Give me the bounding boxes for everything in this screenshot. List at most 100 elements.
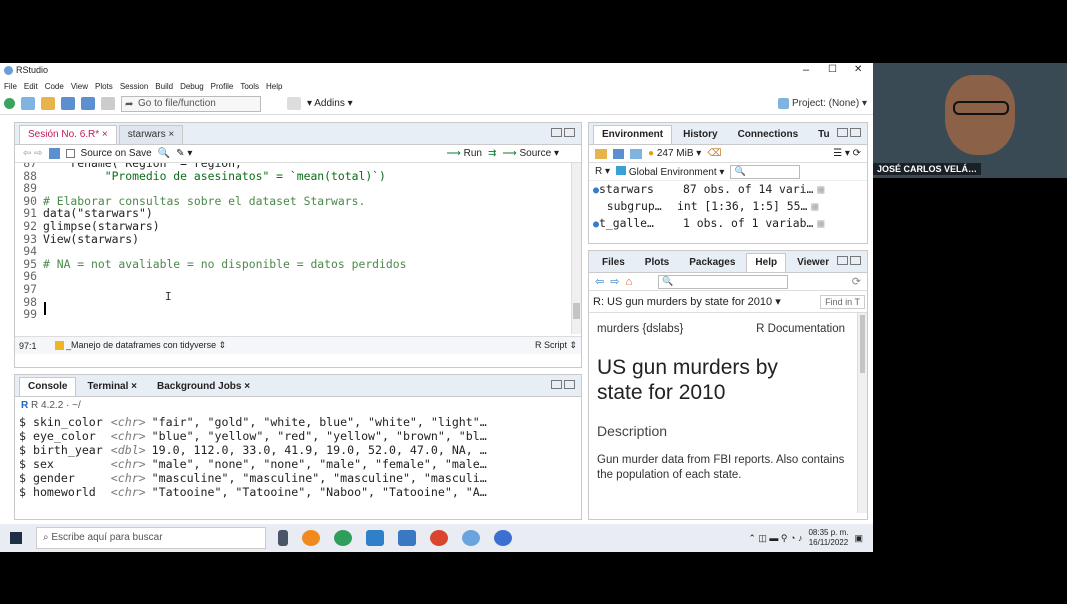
section-nav[interactable]: _Manejo de dataframes con tidyverse ⇕ (54, 340, 226, 351)
grid-icon[interactable] (287, 97, 301, 110)
tray-icons[interactable]: ⌃ ◫ ▬ ⚲ ◔ ♪ (748, 533, 802, 544)
back-icon[interactable]: ⇦ ⇨ (23, 148, 43, 159)
editor-scrollbar[interactable] (571, 163, 581, 334)
save-icon[interactable] (48, 148, 60, 159)
code-line[interactable]: 98 (15, 295, 581, 309)
menu-file[interactable]: File (4, 82, 17, 91)
menu-debug[interactable]: Debug (180, 82, 204, 91)
wand-icon[interactable]: ✎ ▾ (176, 148, 192, 159)
tab-history[interactable]: History (674, 125, 726, 144)
open-file-icon[interactable] (41, 97, 55, 110)
menu-code[interactable]: Code (45, 82, 64, 91)
broom-icon[interactable]: ⌫ (707, 148, 721, 159)
task-view-icon[interactable] (278, 530, 288, 546)
grid-view-icon[interactable]: ▦ (817, 216, 824, 230)
chrome-icon[interactable] (334, 530, 352, 546)
tab-viewer[interactable]: Viewer (788, 253, 838, 272)
new-file-icon[interactable] (4, 98, 15, 109)
menu-plots[interactable]: Plots (95, 82, 113, 91)
source-button[interactable]: ⟶ Source ▾ (502, 148, 559, 159)
calendar-icon[interactable] (366, 530, 384, 546)
new-project-icon[interactable] (21, 97, 35, 110)
taskbar-search-input[interactable]: ⌕ Escribe aquí para buscar (36, 527, 266, 549)
menu-help[interactable]: Help (266, 82, 282, 91)
menu-edit[interactable]: Edit (24, 82, 38, 91)
goto-file-input[interactable]: ➦ Go to file/function (121, 95, 261, 112)
minimize-button[interactable]: – (803, 64, 809, 76)
tab-background-jobs[interactable]: Background Jobs × (148, 377, 259, 396)
menu-view[interactable]: View (71, 82, 88, 91)
back-icon[interactable]: ⇦ (595, 275, 604, 288)
help-search-input[interactable]: 🔍 (658, 274, 789, 289)
refresh-icon[interactable]: ⟳ (852, 275, 861, 288)
import-dataset-icon[interactable] (630, 148, 642, 159)
code-line[interactable]: 88 "Promedio de asesinatos" = `mean(tota… (15, 169, 581, 183)
menu-profile[interactable]: Profile (211, 82, 234, 91)
env-search-input[interactable]: 🔍 (730, 164, 801, 179)
tab-packages[interactable]: Packages (680, 253, 744, 272)
tab-label: Packages (689, 257, 736, 268)
pane-controls[interactable] (551, 128, 575, 137)
tab-tutorial[interactable]: Tu (809, 125, 838, 144)
close-button[interactable]: ✕ (854, 64, 862, 75)
tab-files[interactable]: Files (593, 253, 634, 272)
pane-controls[interactable] (837, 256, 861, 265)
load-workspace-icon[interactable] (595, 148, 607, 159)
project-menu[interactable]: Project: (None) ▾ (778, 97, 867, 109)
grid-view-icon[interactable]: ▦ (811, 199, 818, 213)
meet-icon[interactable] (494, 530, 512, 546)
rerun-icon[interactable]: ⇉ (488, 148, 496, 159)
code-editor[interactable]: 87 rename(`Region` = region, 88 "Promedio… (15, 163, 581, 334)
grid-view-icon[interactable]: ▦ (817, 182, 824, 196)
print-icon[interactable] (101, 97, 115, 110)
file-type-menu[interactable]: R Script ⇕ (535, 340, 577, 351)
pane-controls[interactable] (551, 380, 575, 389)
run-button[interactable]: ⟶ Run (447, 148, 482, 159)
mail-icon[interactable] (398, 530, 416, 546)
tab-terminal[interactable]: Terminal × (78, 377, 146, 396)
firefox-icon[interactable] (302, 530, 320, 546)
save-workspace-icon[interactable] (613, 148, 624, 159)
source-on-save-checkbox[interactable] (65, 149, 75, 158)
home-icon[interactable]: ⌂ (625, 276, 632, 288)
list-view-icon[interactable]: ☰ ▾ ⟳ (833, 148, 861, 159)
memory-usage[interactable]: ● 247 MiB ▾ (648, 148, 701, 159)
menu-session[interactable]: Session (120, 82, 148, 91)
tab-environment[interactable]: Environment (593, 125, 673, 144)
code-line[interactable]: 96 (15, 270, 581, 283)
env-object-row[interactable]: ●t_galle… 1 obs. of 1 variab… ▦ (589, 215, 867, 232)
chrome-app-icon[interactable] (430, 530, 448, 546)
topic-select[interactable]: R: US gun murders by state for 2010 ▾ (593, 295, 781, 308)
tab-console[interactable]: Console (19, 377, 77, 396)
forward-icon[interactable]: ⇨ (610, 275, 619, 288)
search-icon[interactable]: 🔍 (158, 148, 170, 159)
code-line[interactable]: 95 # NA = not avaliable = no disponible =… (15, 257, 581, 271)
tab-help[interactable]: Help (746, 253, 787, 272)
tab-session-file[interactable]: Sesión No. 6.R* × (19, 125, 117, 144)
pane-controls[interactable] (837, 128, 861, 137)
global-env-select[interactable]: Global Environment ▾ (616, 165, 724, 178)
tab-label: Files (602, 257, 625, 268)
object-value: 87 obs. of 14 vari… (683, 182, 814, 196)
language-select[interactable]: R ▾ (595, 166, 610, 177)
notifications-icon[interactable]: ▣ (854, 533, 863, 544)
code-line[interactable]: 93 View(starwars) (15, 232, 581, 246)
maximize-button[interactable]: ☐ (828, 64, 837, 75)
tab-plots[interactable]: Plots (636, 253, 678, 272)
save-all-icon[interactable] (81, 97, 95, 110)
menu-build[interactable]: Build (155, 82, 173, 91)
rstudio-app-icon[interactable] (462, 530, 480, 546)
env-object-row[interactable]: ●starwars 87 obs. of 14 vari… ▦ (589, 181, 867, 198)
tab-connections[interactable]: Connections (729, 125, 808, 144)
menu-tools[interactable]: Tools (240, 82, 259, 91)
find-in-topic-input[interactable]: Find in T (820, 294, 865, 309)
code-line[interactable]: 97 (15, 283, 581, 296)
addins-menu[interactable]: ▾ Addins ▾ (307, 98, 353, 109)
help-scrollbar[interactable] (857, 313, 867, 513)
code-line[interactable]: 99 (15, 308, 581, 321)
windows-start-icon[interactable] (10, 532, 22, 544)
save-icon[interactable] (61, 97, 75, 110)
tab-starwars[interactable]: starwars × (118, 125, 184, 144)
console-output[interactable]: $ skin_color <chr> "fair", "gold", "white,… (15, 415, 581, 519)
env-object-row[interactable]: subgrup… int [1:36, 1:5] 55… ▦ (589, 198, 867, 215)
